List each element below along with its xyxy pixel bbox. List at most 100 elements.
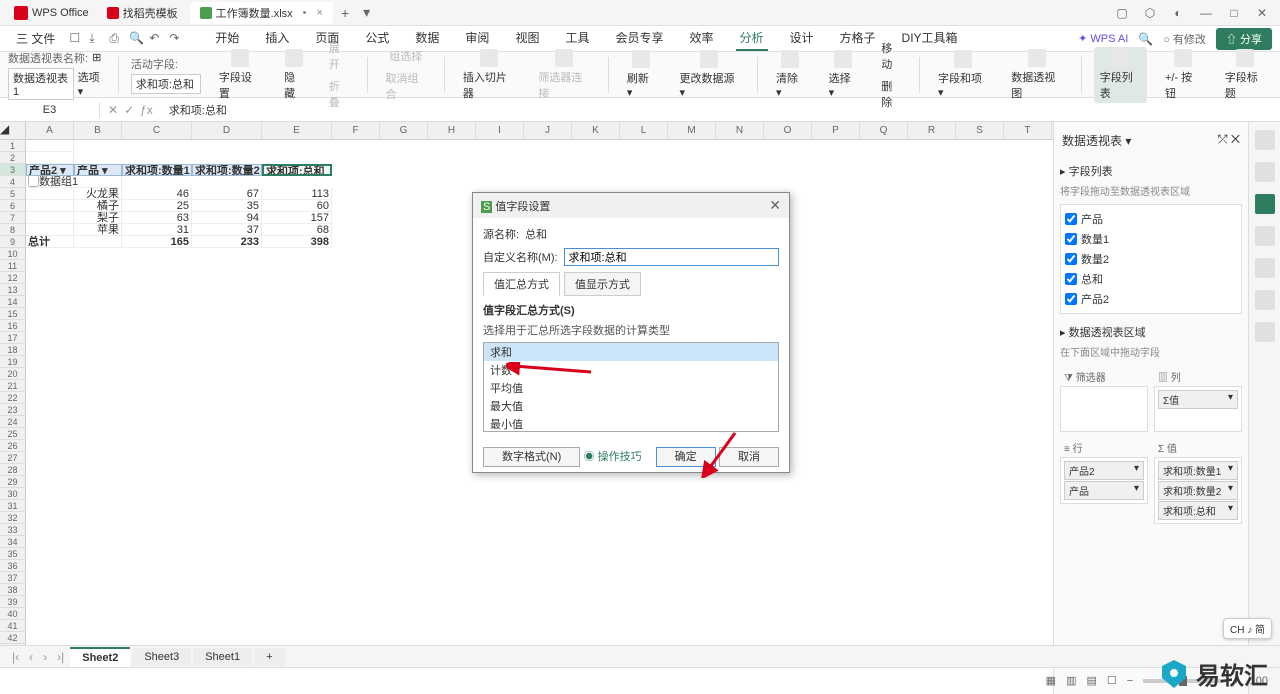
cell[interactable]: 37: [192, 224, 262, 236]
row-header[interactable]: 37: [0, 572, 26, 584]
area-header[interactable]: ▸ 数据透视表区域: [1060, 322, 1242, 342]
area-item[interactable]: 求和项:总和▾: [1158, 501, 1238, 520]
row-header[interactable]: 20: [0, 368, 26, 380]
row-header[interactable]: 7: [0, 212, 26, 224]
field-item[interactable]: 总和: [1065, 269, 1237, 289]
maximize-button[interactable]: □: [1224, 3, 1244, 23]
area-item[interactable]: 求和项:数量2▾: [1158, 481, 1238, 500]
field-hdr-button[interactable]: 字段标题: [1219, 47, 1272, 103]
cell[interactable]: 165: [122, 236, 192, 248]
row-header[interactable]: 38: [0, 584, 26, 596]
col-header[interactable]: F: [332, 122, 380, 139]
rt-box-icon[interactable]: [1255, 258, 1275, 278]
col-header[interactable]: J: [524, 122, 572, 139]
col-header[interactable]: H: [428, 122, 476, 139]
col-header[interactable]: I: [476, 122, 524, 139]
cell[interactable]: 113: [262, 188, 332, 200]
cell[interactable]: 梨子: [74, 212, 122, 224]
col-header[interactable]: O: [764, 122, 812, 139]
row-header[interactable]: 14: [0, 296, 26, 308]
tab-workbook[interactable]: 工作簿数量.xlsx•×: [190, 2, 333, 24]
filter-area[interactable]: [1060, 386, 1148, 432]
formula-input[interactable]: 求和项:总和: [161, 100, 1280, 120]
undo-icon[interactable]: ↶: [149, 31, 165, 47]
tab-template[interactable]: 找稻壳模板: [97, 2, 188, 24]
col-header[interactable]: G: [380, 122, 428, 139]
cell[interactable]: 31: [122, 224, 192, 236]
row-header[interactable]: 42: [0, 632, 26, 644]
rt-save-icon[interactable]: [1255, 290, 1275, 310]
row-header[interactable]: 13: [0, 284, 26, 296]
pivot-name-input[interactable]: 数据透视表1: [8, 68, 74, 100]
cell[interactable]: 35: [192, 200, 262, 212]
col-header[interactable]: P: [812, 122, 860, 139]
pm-button[interactable]: +/- 按钮: [1159, 47, 1207, 103]
val-area[interactable]: 求和项:数量1▾求和项:数量2▾求和项:总和▾: [1154, 457, 1242, 524]
pivot-header[interactable]: 求和项:数量1: [122, 164, 192, 176]
row-header[interactable]: 40: [0, 608, 26, 620]
redo-icon[interactable]: ↷: [169, 31, 185, 47]
cell[interactable]: 63: [122, 212, 192, 224]
dialog-close-button[interactable]: ✕: [769, 197, 781, 214]
cell[interactable]: 25: [122, 200, 192, 212]
rt-props-icon[interactable]: [1255, 226, 1275, 246]
row-area[interactable]: 产品2▾产品▾: [1060, 457, 1148, 504]
col-header[interactable]: M: [668, 122, 716, 139]
sheet-add[interactable]: +: [254, 648, 284, 666]
row-header[interactable]: 30: [0, 488, 26, 500]
row-header[interactable]: 22: [0, 392, 26, 404]
col-header[interactable]: L: [620, 122, 668, 139]
area-item[interactable]: Σ值▾: [1158, 390, 1238, 409]
total-label[interactable]: 总计: [26, 236, 74, 248]
rt-filter-icon[interactable]: [1255, 322, 1275, 342]
rt-minus-icon[interactable]: [1255, 130, 1275, 150]
wps-ai-button[interactable]: ✦ WPS AI: [1078, 32, 1128, 45]
check-icon[interactable]: ✓: [124, 103, 134, 117]
group-button[interactable]: 组选择: [380, 46, 432, 66]
read-mode-icon[interactable]: ☐: [1107, 674, 1117, 687]
cell[interactable]: 火龙果: [74, 188, 122, 200]
field-item-button[interactable]: 字段和项 ▾: [932, 48, 993, 101]
view-page-icon[interactable]: ▥: [1066, 674, 1076, 687]
hide-button[interactable]: 隐藏: [278, 47, 311, 103]
clear-button[interactable]: 清除 ▾: [770, 48, 811, 101]
app-logo[interactable]: WPS Office: [8, 4, 95, 22]
area-item[interactable]: 产品2▾: [1064, 461, 1144, 480]
row-header[interactable]: 29: [0, 476, 26, 488]
field-checkbox[interactable]: [1065, 273, 1077, 285]
rt-panel-icon[interactable]: [1255, 194, 1275, 214]
pivot-chart-button[interactable]: 数据透视图: [1005, 47, 1069, 103]
cube-icon[interactable]: ⬡: [1140, 3, 1160, 23]
field-checkbox[interactable]: [1065, 233, 1077, 245]
row-header[interactable]: 6: [0, 200, 26, 212]
col-header[interactable]: K: [572, 122, 620, 139]
cell[interactable]: 苹果: [74, 224, 122, 236]
field-settings-button[interactable]: 字段设置: [213, 47, 266, 103]
col-header[interactable]: R: [908, 122, 956, 139]
row-header[interactable]: 25: [0, 428, 26, 440]
row-header[interactable]: 35: [0, 548, 26, 560]
cell[interactable]: 60: [262, 200, 332, 212]
window-icon[interactable]: ▢: [1112, 3, 1132, 23]
pin-icon[interactable]: ⤱: [1218, 132, 1228, 146]
sheet-tab[interactable]: Sheet3: [132, 648, 191, 666]
col-header[interactable]: C: [122, 122, 192, 139]
sheet-prev-icon[interactable]: ‹: [25, 650, 37, 664]
pivot-header[interactable]: 产品 ▾: [74, 164, 122, 176]
pivot-header[interactable]: 求和项:数量2: [192, 164, 262, 176]
pivot-header[interactable]: 产品2 ▾: [26, 164, 74, 176]
col-header[interactable]: N: [716, 122, 764, 139]
row-header[interactable]: 31: [0, 500, 26, 512]
list-item[interactable]: 最大值: [484, 397, 778, 415]
row-header[interactable]: 17: [0, 332, 26, 344]
zoom-out-icon[interactable]: −: [1127, 675, 1133, 687]
cell[interactable]: 94: [192, 212, 262, 224]
custom-name-input[interactable]: [564, 248, 779, 266]
field-checkbox[interactable]: [1065, 293, 1077, 305]
col-header[interactable]: S: [956, 122, 1004, 139]
col-header[interactable]: Q: [860, 122, 908, 139]
filter-conn-button[interactable]: 筛选器连接: [532, 47, 596, 103]
rt-select-icon[interactable]: [1255, 162, 1275, 182]
row-header[interactable]: 10: [0, 248, 26, 260]
sheet-last-icon[interactable]: ›|: [53, 650, 68, 664]
